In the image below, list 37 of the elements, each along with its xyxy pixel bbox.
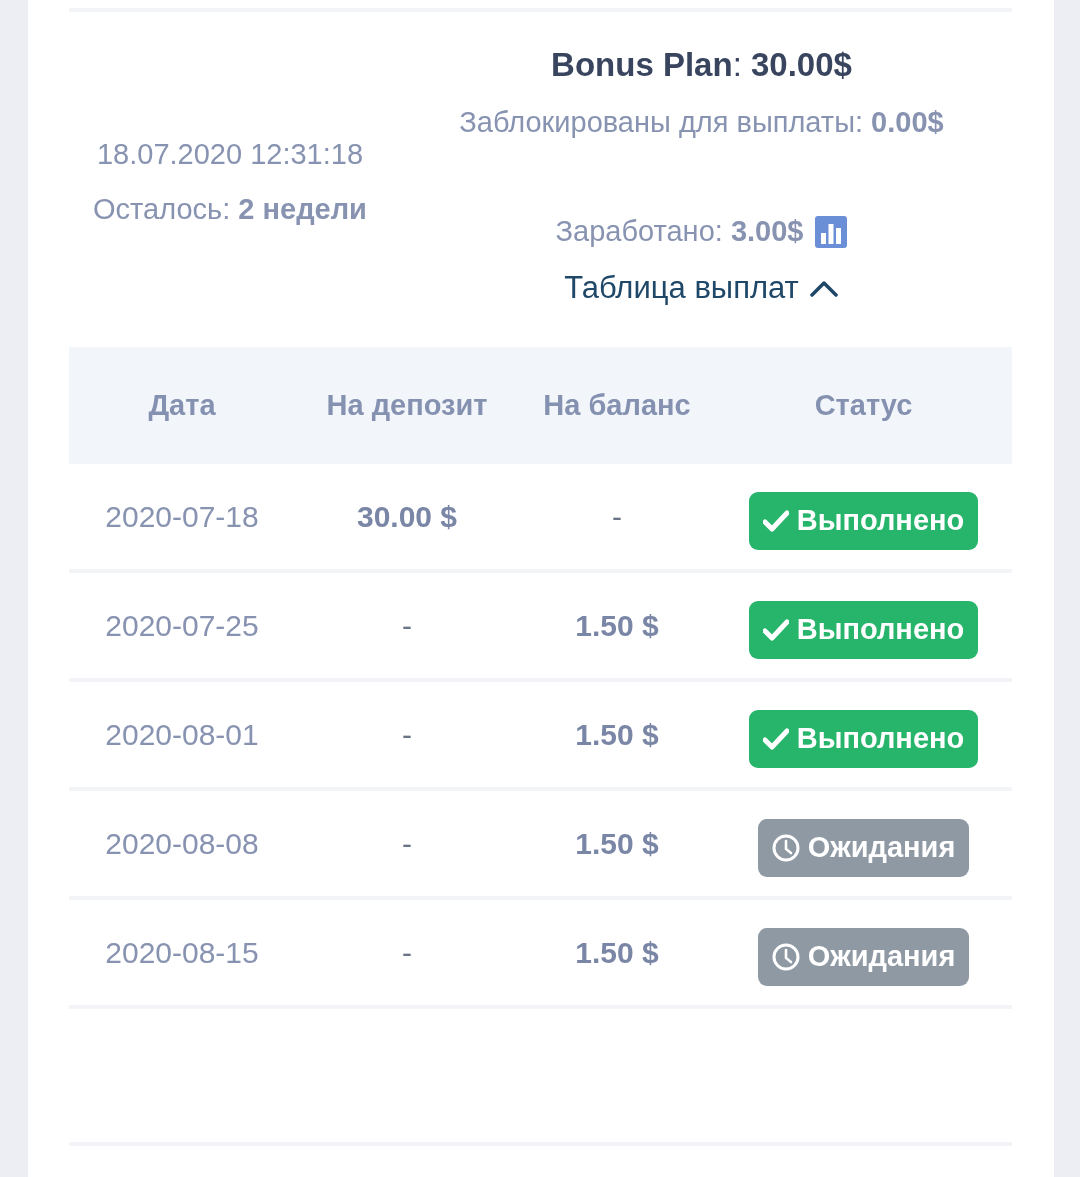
column-header: На баланс [543, 389, 691, 422]
column-header: На депозит [326, 389, 488, 422]
table-cell: - [402, 826, 412, 861]
check-icon [762, 509, 789, 532]
table-cell: 2020-08-15 [105, 935, 259, 970]
table-cell: - [612, 499, 622, 534]
status-label: Ожидания [807, 940, 956, 973]
table-cell: - [402, 935, 412, 970]
status-label: Выполнено [796, 504, 965, 537]
column-header: Дата [148, 389, 216, 422]
table-cell: 1.50 $ [575, 717, 659, 752]
check-icon [762, 727, 789, 750]
table-cell: 2020-08-08 [105, 826, 259, 861]
date-time-text: 18.07.2020 12:31:18 [96, 137, 364, 171]
earned-amount-text: Заработано: 3.00$ [555, 215, 804, 248]
bar-chart-icon[interactable] [815, 215, 848, 248]
status-label: Ожидания [807, 831, 956, 864]
table-cell: 1.50 $ [575, 935, 659, 970]
table-cell: 1.50 $ [575, 608, 659, 643]
status-label: Выполнено [796, 613, 965, 646]
bonus-plan-text: Bonus Plan: 30.00$ [551, 46, 852, 84]
table-cell: 30.00 $ [356, 499, 458, 534]
table-cell: 1.50 $ [575, 826, 659, 861]
table-cell: 2020-07-25 [105, 608, 259, 643]
table-cell: - [402, 717, 412, 752]
clock-icon [771, 942, 800, 971]
check-icon [762, 618, 789, 641]
blocked-amount-text: Заблокированы для выплаты: 0.00$ [459, 106, 944, 139]
payout-table-toggle[interactable]: Таблица выплат [564, 270, 839, 306]
table-cell: - [402, 608, 412, 643]
table-cell: 2020-07-18 [105, 499, 259, 534]
status-label: Выполнено [796, 722, 965, 755]
table-cell: 2020-08-01 [105, 717, 259, 752]
chevron-up-icon [808, 279, 839, 297]
remaining-time-text: Осталось: 2 недели [93, 192, 367, 226]
column-header: Статус [814, 389, 913, 422]
clock-icon [771, 833, 800, 862]
